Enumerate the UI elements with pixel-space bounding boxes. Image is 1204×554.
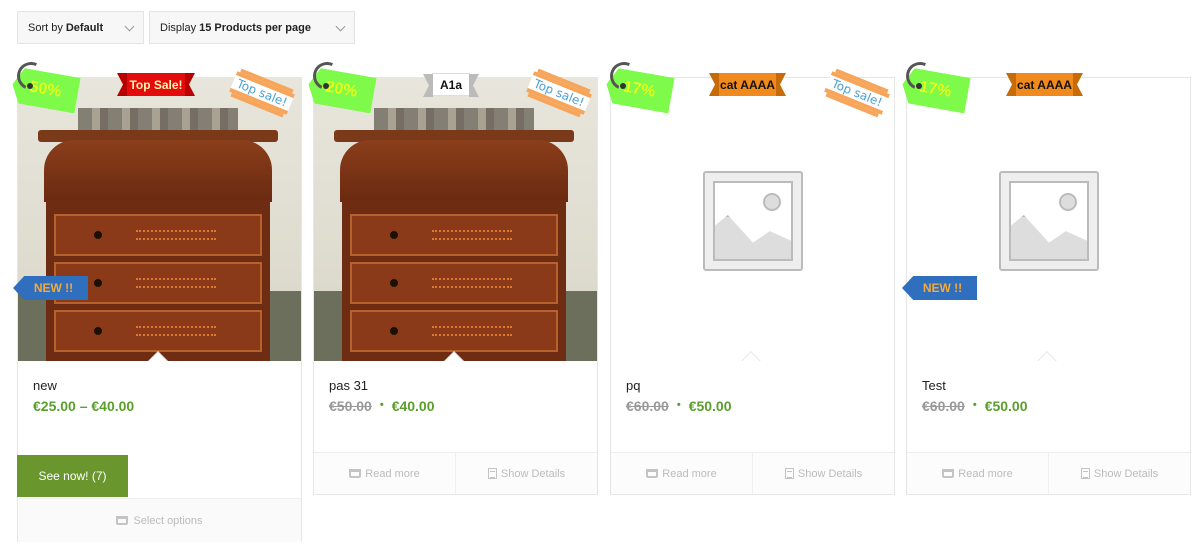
image-placeholder-icon [703,171,803,271]
sort-dropdown[interactable]: Sort by Default [17,11,144,44]
product-card: pq €60.00 • €50.00 Read more Show Details [610,77,895,495]
show-details-label: Show Details [500,467,566,480]
dresser-drawer [350,214,558,256]
product-image[interactable] [18,78,301,361]
ribbon-badge: Top Sale! [127,73,185,96]
new-badge: NEW !! [902,276,977,300]
photo-items [78,108,238,130]
tag-hole-icon [916,83,922,89]
cart-icon [116,516,129,525]
image-caret [741,351,761,361]
dresser-drawer [350,262,558,304]
sale-price: €40.00 [391,398,435,414]
old-price: €60.00 [626,398,669,414]
old-price: €50.00 [329,398,372,414]
read-more-button[interactable]: Read more [314,453,455,494]
display-prefix: Display [160,21,197,34]
sale-price: €50.00 [688,398,732,414]
product-price: €50.00 • €40.00 [329,398,435,414]
read-more-button[interactable]: Read more [611,453,752,494]
new-badge: NEW !! [13,276,88,300]
old-price: €60.00 [922,398,965,414]
dresser-roll [340,140,568,202]
image-placeholder-icon [999,171,1099,271]
read-more-button[interactable]: Read more [907,453,1048,494]
sale-price: €50.00 [984,398,1028,414]
product-image[interactable] [314,78,597,361]
show-details-label: Show Details [1093,467,1159,480]
document-icon [487,468,497,479]
show-details-label: Show Details [797,467,863,480]
product-title[interactable]: pas 31 [329,378,368,393]
select-options-label: Select options [133,514,203,527]
ribbon-badge: cat AAAA [719,73,776,96]
sort-value: Default [65,21,104,34]
product-price: €60.00 • €50.00 [922,398,1028,414]
cart-icon [942,469,955,478]
per-page-dropdown[interactable]: Display 15 Products per page [149,11,355,44]
card-actions: Read more Show Details [907,452,1190,494]
display-value: 15 Products per page [199,21,311,34]
tag-hole-icon [27,83,33,89]
read-more-label: Read more [958,467,1013,480]
image-caret [1037,351,1057,361]
chevron-down-icon [124,21,135,32]
show-details-button[interactable]: Show Details [752,453,894,494]
catalog-toolbar: Sort by Default Display 15 Products per … [17,11,355,44]
chevron-down-icon [335,21,346,32]
cart-icon [349,469,362,478]
card-actions: Read more Show Details [314,452,597,494]
product-card: pas 31 €50.00 • €40.00 Read more Show Deta… [313,77,598,495]
dresser-roll [44,140,272,202]
product-title[interactable]: pq [626,378,640,393]
product-image-placeholder[interactable] [907,78,1190,361]
tag-hole-icon [323,83,329,89]
document-icon [784,468,794,479]
show-details-button[interactable]: Show Details [455,453,597,494]
ribbon-badge: A1a [432,73,470,96]
cart-icon [646,469,659,478]
product-image-placeholder[interactable] [611,78,894,361]
show-details-button[interactable]: Show Details [1048,453,1190,494]
product-card: new €25.00 – €40.00 See now! (7) Select … [17,77,302,542]
read-more-label: Read more [365,467,420,480]
dresser-drawer [350,310,558,352]
card-actions: Read more Show Details [611,452,894,494]
see-now-button[interactable]: See now! (7) [17,455,128,497]
dresser-drawer [54,310,262,352]
photo-items [374,108,534,130]
ribbon-badge: cat AAAA [1016,73,1073,96]
product-title[interactable]: new [33,378,57,393]
tag-hole-icon [620,83,626,89]
document-icon [1080,468,1090,479]
product-price-range: €25.00 – €40.00 [33,398,135,414]
read-more-label: Read more [662,467,717,480]
product-title[interactable]: Test [922,378,946,393]
select-options-button[interactable]: Select options [18,498,301,542]
dresser-drawer [54,214,262,256]
product-price: €60.00 • €50.00 [626,398,732,414]
sort-prefix: Sort by [28,21,63,34]
